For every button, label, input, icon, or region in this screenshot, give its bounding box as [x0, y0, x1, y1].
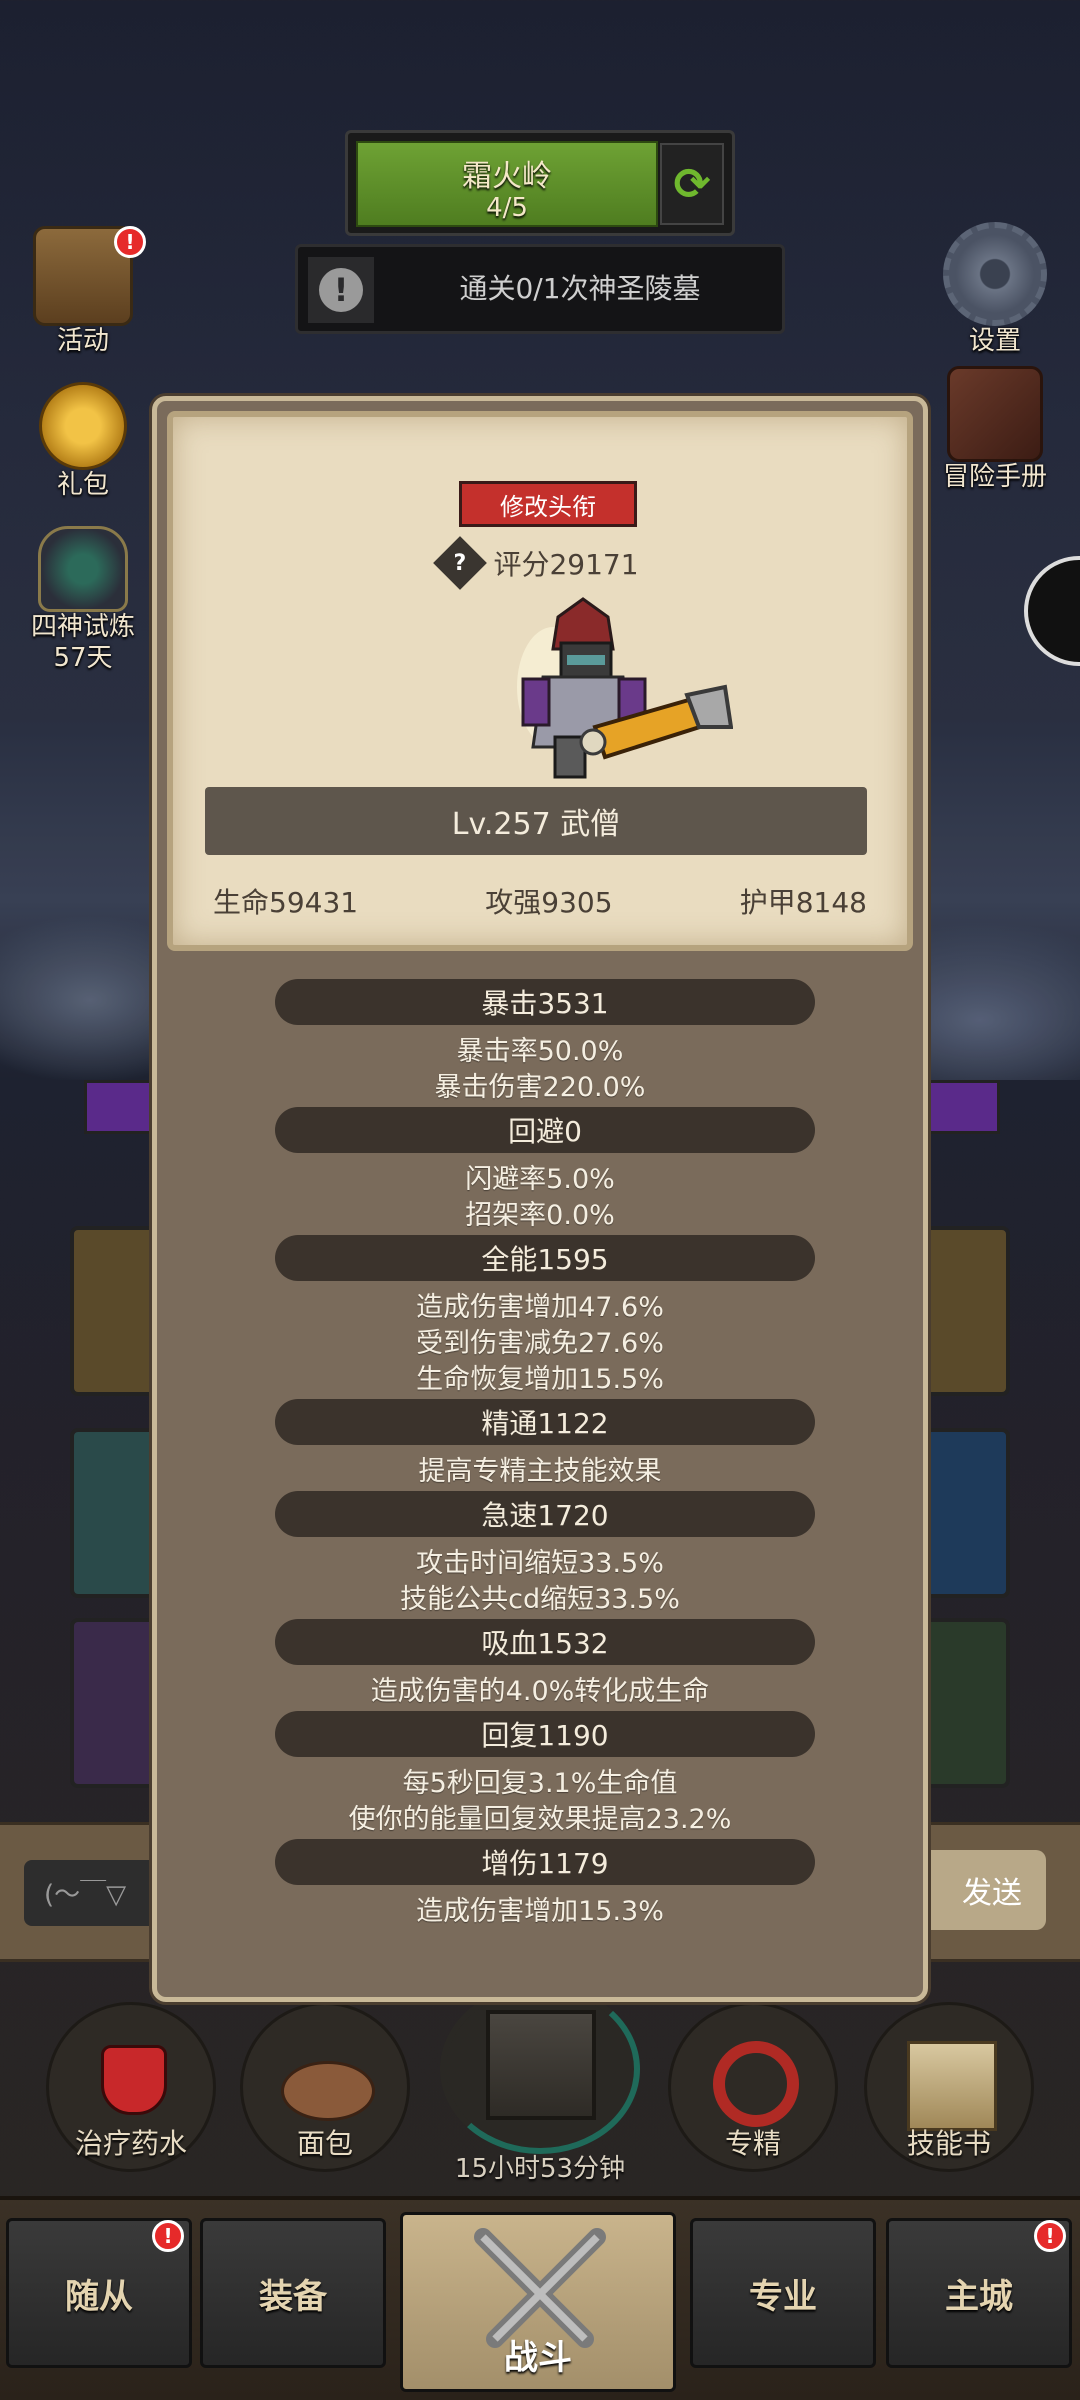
nav-battle[interactable]: 战斗 — [400, 2212, 676, 2392]
notification-badge: ! — [114, 226, 146, 258]
character-card: 修改头衔 ? 评分29171 Lv.257 武僧 生命59431 攻强9305 … — [167, 411, 913, 951]
book-icon — [947, 366, 1043, 462]
level-class-banner: Lv.257 武僧 — [205, 787, 867, 855]
score-row: ? 评分29171 — [173, 536, 907, 590]
settings-button[interactable]: 设置 — [930, 222, 1060, 357]
versatility-reduction: 受到伤害减免27.6% — [416, 1328, 664, 1359]
skill-book-label: 技能书 — [906, 2127, 991, 2160]
treasure-chest[interactable] — [440, 1984, 640, 2154]
bread-icon — [281, 2061, 375, 2121]
damage-bonus-effect: 造成伤害增加15.3% — [416, 1896, 664, 1927]
haste-attack-time: 攻击时间缩短33.5% — [416, 1548, 664, 1579]
book-stack-icon — [907, 2041, 997, 2131]
activity-button[interactable]: 活动 ! — [18, 226, 148, 357]
lifesteal-effect: 造成伤害的4.0%转化成生命 — [370, 1676, 710, 1707]
bread-label: 面包 — [296, 2127, 353, 2160]
dodge-header: 回避0 — [275, 1107, 815, 1153]
zone-progress: 4/5 — [486, 193, 528, 223]
gift-button[interactable]: 礼包 — [18, 382, 148, 501]
hp-stat: 生命59431 — [213, 886, 359, 919]
trial-button[interactable]: 四神试炼 57天 — [18, 526, 148, 674]
mastery-header: 精通1122 — [275, 1399, 815, 1445]
character-stats-panel: 修改头衔 ? 评分29171 Lv.257 武僧 生命59431 攻强9305 … — [152, 396, 928, 2002]
nav-equipment[interactable]: 装备 — [200, 2218, 386, 2368]
floating-assist-icon[interactable] — [1024, 556, 1080, 666]
dodge-rate: 闪避率5.0% — [465, 1164, 615, 1195]
zone-name: 霜火岭 — [462, 159, 552, 194]
score-value: 评分29171 — [493, 548, 639, 581]
quest-bar[interactable]: ! 通关0/1次神圣陵墓 — [295, 244, 785, 334]
chest-timer: 15小时53分钟 — [454, 2154, 626, 2184]
primary-stats: 生命59431 攻强9305 护甲8148 — [213, 881, 867, 921]
haste-header: 急速1720 — [275, 1491, 815, 1537]
nav-battle-label: 战斗 — [504, 2338, 572, 2378]
settings-label: 设置 — [968, 326, 1021, 356]
versatility-damage: 造成伤害增加47.6% — [416, 1292, 664, 1323]
attack-stat: 攻强9305 — [485, 886, 613, 919]
regen-header: 回复1190 — [275, 1711, 815, 1757]
nav-profession[interactable]: 专业 — [690, 2218, 876, 2368]
chest-icon — [486, 2010, 596, 2120]
gift-coin-icon — [39, 382, 127, 470]
specialization-label: 专精 — [724, 2127, 781, 2160]
haste-gcd: 技能公共cd缩短33.5% — [400, 1584, 680, 1615]
potion-label: 治疗药水 — [74, 2127, 187, 2160]
potion-icon — [101, 2045, 167, 2115]
versatility-healing: 生命恢复增加15.5% — [416, 1364, 664, 1395]
edit-title-button[interactable]: 修改头衔 — [459, 481, 637, 527]
crit-header: 暴击3531 — [275, 979, 815, 1025]
activity-label: 活动 — [56, 326, 109, 356]
alert-icon: ! — [308, 257, 374, 323]
crit-damage: 暴击伤害220.0% — [434, 1072, 646, 1103]
regen-energy: 使你的能量回复效果提高23.2% — [348, 1804, 732, 1835]
monk-avatar — [517, 597, 733, 779]
parry-rate: 招架率0.0% — [465, 1200, 615, 1231]
quest-text: 通关0/1次神圣陵墓 — [459, 272, 701, 305]
versatility-header: 全能1595 — [275, 1235, 815, 1281]
specialization-icon — [713, 2041, 799, 2127]
regen-hp: 每5秒回复3.1%生命值 — [402, 1768, 678, 1799]
notification-badge: ! — [1034, 2220, 1066, 2252]
trial-emblem-icon — [38, 526, 128, 612]
mastery-effect: 提高专精主技能效果 — [418, 1456, 662, 1487]
refresh-icon[interactable]: ⟳ — [660, 143, 724, 225]
zone-header: 霜火岭 4/5 ⟳ — [345, 130, 735, 236]
gear-icon — [943, 222, 1047, 326]
damage-bonus-header: 增伤1179 — [275, 1839, 815, 1885]
crit-rate: 暴击率50.0% — [456, 1036, 624, 1067]
help-icon[interactable]: ? — [433, 536, 488, 590]
armor-stat: 护甲8148 — [739, 886, 867, 919]
zone-progress-bar: 霜火岭 4/5 — [356, 141, 658, 227]
manual-label: 冒险手册 — [942, 462, 1047, 492]
manual-button[interactable]: 冒险手册 — [930, 366, 1060, 493]
gift-label: 礼包 — [56, 470, 109, 500]
lifesteal-header: 吸血1532 — [275, 1619, 815, 1665]
notification-badge: ! — [152, 2220, 184, 2252]
